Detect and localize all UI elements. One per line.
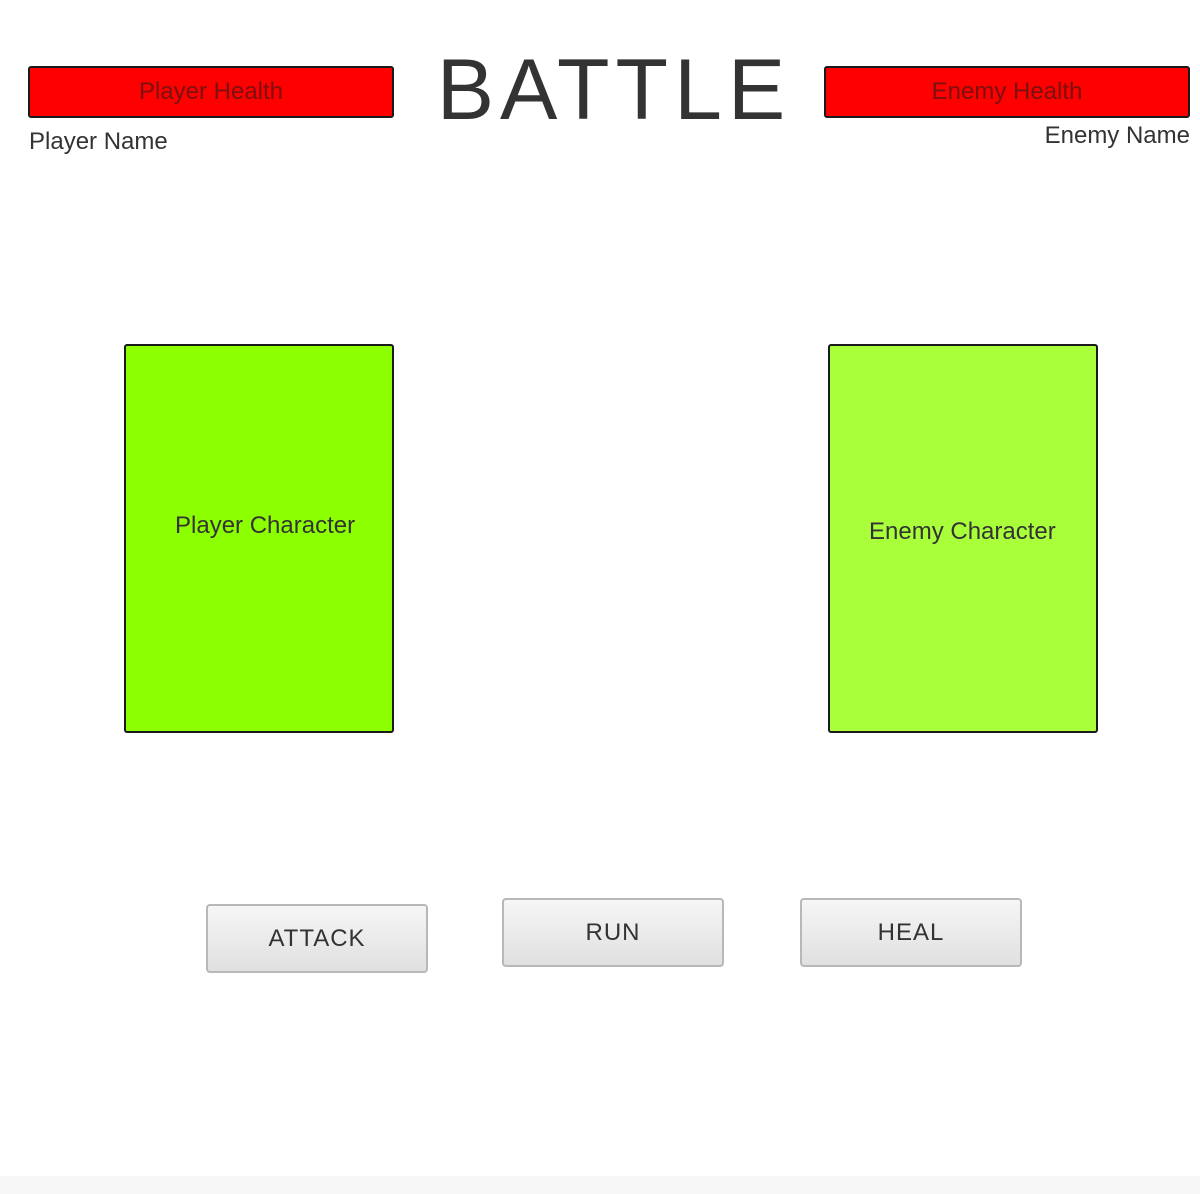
enemy-character-label: Enemy Character bbox=[869, 518, 1056, 545]
heal-button[interactable]: HEAL bbox=[800, 898, 1022, 967]
battle-screen: Player Health BATTLE Enemy Health Player… bbox=[0, 0, 1200, 1194]
player-name: Player Name bbox=[29, 128, 168, 155]
enemy-name: Enemy Name bbox=[1044, 122, 1190, 149]
player-health-label: Player Health bbox=[138, 78, 284, 105]
run-button[interactable]: RUN bbox=[502, 898, 724, 967]
page-title: BATTLE bbox=[436, 42, 792, 138]
enemy-health-bar: Enemy Health bbox=[824, 66, 1190, 118]
player-health-bar: Player Health bbox=[28, 66, 394, 118]
enemy-character: Enemy Character bbox=[828, 344, 1098, 733]
attack-button[interactable]: ATTACK bbox=[206, 904, 428, 973]
player-character-label: Player Character bbox=[175, 512, 356, 539]
bottom-edge bbox=[0, 1176, 1200, 1194]
enemy-health-label: Enemy Health bbox=[931, 78, 1083, 105]
player-character: Player Character bbox=[124, 344, 394, 733]
